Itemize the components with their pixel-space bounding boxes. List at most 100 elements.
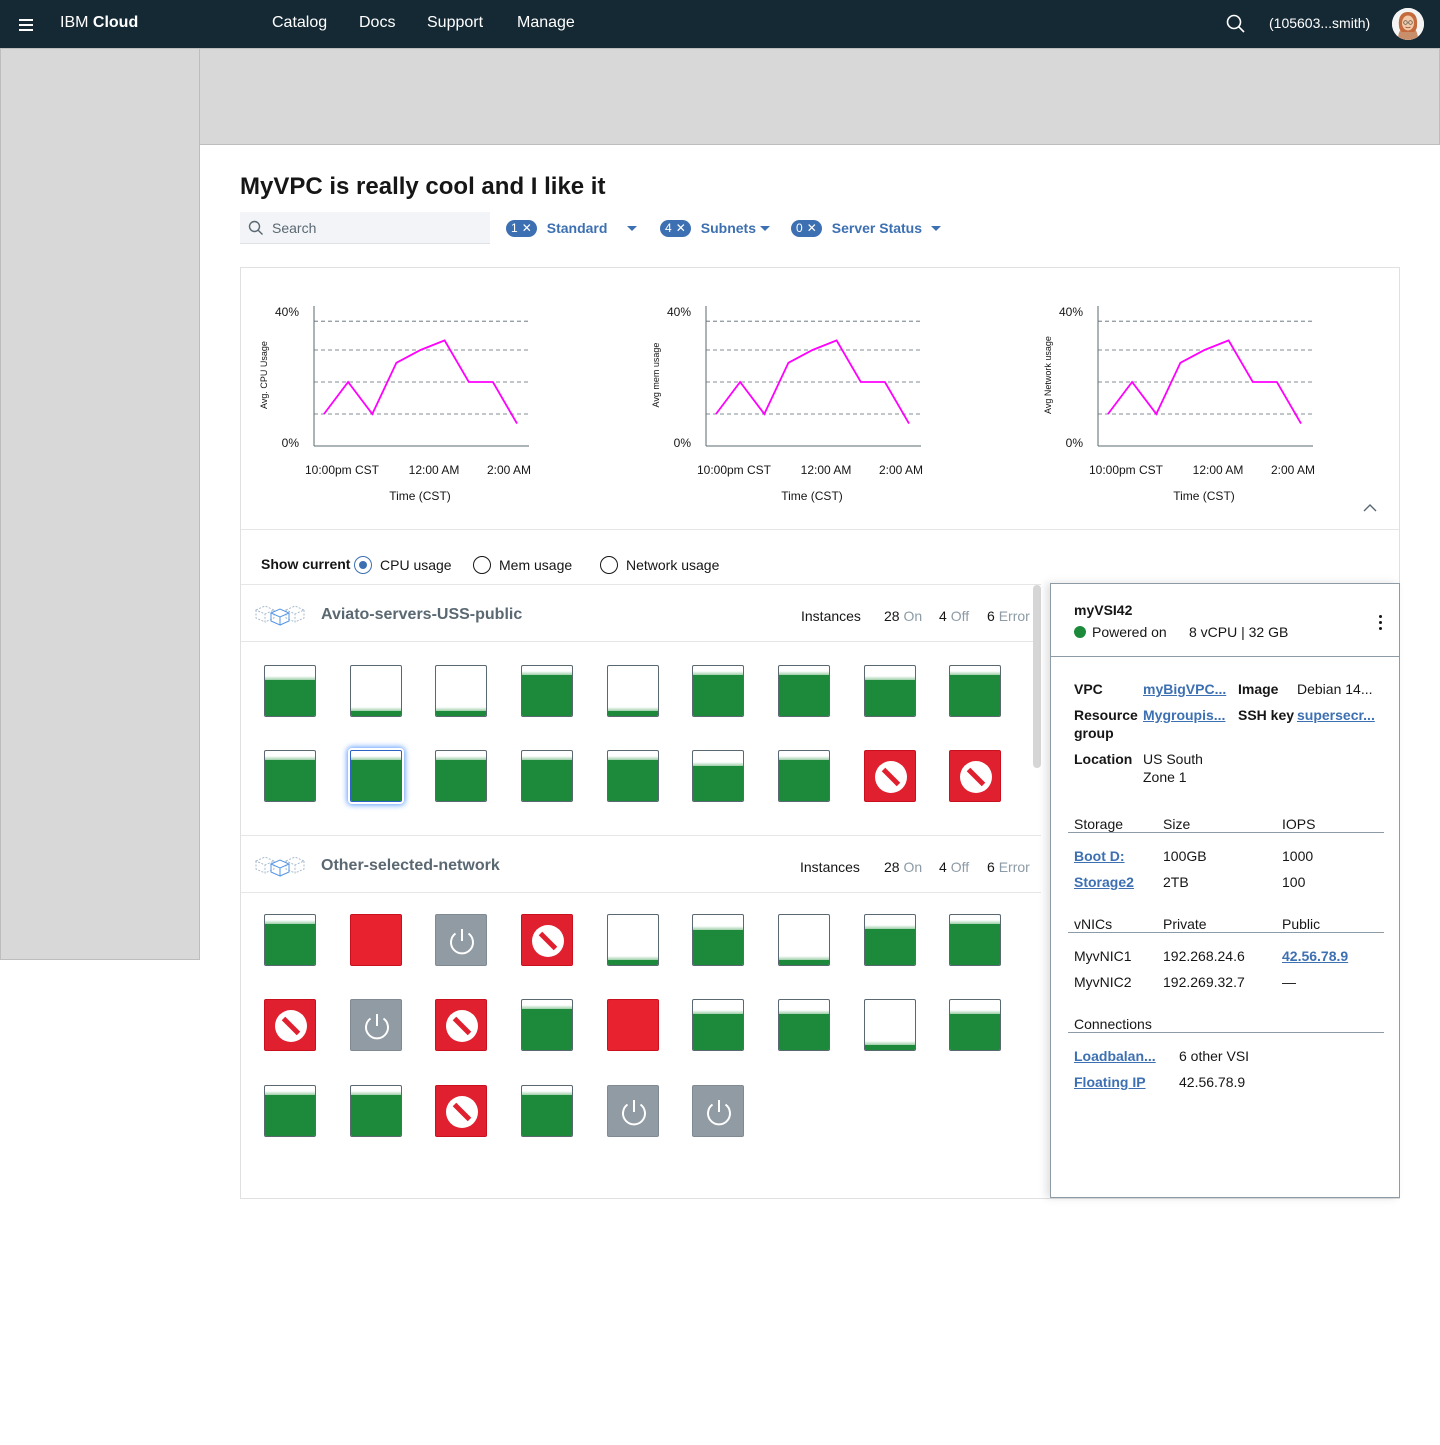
ssh-key-link[interactable]: supersecr... — [1297, 706, 1375, 724]
instance-tile-on[interactable] — [521, 750, 573, 802]
filter-count-badge[interactable]: 1 ✕ — [506, 219, 537, 237]
avatar[interactable] — [1392, 8, 1424, 40]
filter-count: 1 — [511, 221, 518, 235]
instance-tile-error[interactable] — [264, 999, 316, 1051]
chevron-up-icon[interactable] — [1360, 500, 1380, 516]
instance-tile-on[interactable] — [521, 665, 573, 717]
radio-network-usage[interactable]: Network usage — [600, 556, 719, 574]
clear-filter-icon[interactable]: ✕ — [807, 222, 817, 234]
filter-count-badge[interactable]: 0 ✕ — [791, 219, 822, 237]
vpc-link[interactable]: myBigVPC... — [1143, 680, 1226, 698]
storage-iops: 100 — [1282, 874, 1306, 890]
instance-tile-on[interactable] — [778, 665, 830, 717]
nav-manage[interactable]: Manage — [517, 14, 575, 32]
instance-tile-on[interactable] — [692, 914, 744, 966]
instance-tile-on[interactable] — [607, 750, 659, 802]
instance-tile-error[interactable] — [864, 750, 916, 802]
instance-tile-on[interactable] — [949, 665, 1001, 717]
radio-button[interactable] — [354, 556, 372, 574]
filter-standard[interactable]: 1 ✕ Standard — [506, 219, 638, 237]
brand-prefix: IBM — [60, 14, 89, 31]
account-name[interactable]: (105603...smith) — [1269, 15, 1370, 31]
overflow-menu-icon[interactable] — [1373, 612, 1389, 632]
instance-tile-on[interactable] — [778, 750, 830, 802]
status-text: Powered on — [1092, 624, 1167, 640]
nav-catalog[interactable]: Catalog — [272, 14, 327, 32]
usage-fill — [436, 756, 486, 801]
search-icon[interactable] — [1224, 12, 1248, 36]
clear-filter-icon[interactable]: ✕ — [522, 222, 532, 234]
usage-fill — [865, 925, 915, 965]
filter-subnets[interactable]: 4 ✕ Subnets — [660, 219, 770, 237]
instance-tile-on[interactable] — [521, 999, 573, 1051]
y-tick-label: 40% — [1059, 305, 1083, 319]
radio-cpu-usage[interactable]: CPU usage — [354, 556, 452, 574]
chevron-down-icon[interactable] — [627, 225, 638, 231]
instance-tile-error[interactable] — [435, 999, 487, 1051]
search-icon — [248, 220, 263, 235]
ssh-key-label: SSH key — [1238, 707, 1295, 723]
instance-tile-on[interactable] — [864, 999, 916, 1051]
storage-link[interactable]: Storage2 — [1074, 873, 1134, 891]
brand-logo[interactable]: IBM Cloud — [60, 14, 138, 32]
hamburger-menu-icon[interactable] — [10, 8, 42, 40]
instance-tile-on[interactable] — [521, 1085, 573, 1137]
instance-tile-alert[interactable] — [607, 999, 659, 1051]
group-header-other[interactable]: Other-selected-network Instances 28 On 4… — [241, 835, 1041, 893]
search-field[interactable] — [240, 212, 490, 244]
vnic-public-ip-link[interactable]: 42.56.78.9 — [1282, 947, 1348, 965]
instance-tile-on[interactable] — [435, 665, 487, 717]
instance-tile-on[interactable] — [350, 665, 402, 717]
instance-tile-on[interactable] — [607, 665, 659, 717]
instance-tile-alert[interactable] — [350, 914, 402, 966]
instance-tile-on[interactable] — [692, 750, 744, 802]
radio-mem-usage[interactable]: Mem usage — [473, 556, 572, 574]
filter-server-status[interactable]: 0 ✕ Server Status — [791, 219, 942, 237]
instance-tile-on[interactable] — [949, 999, 1001, 1051]
instance-tile-on[interactable] — [435, 750, 487, 802]
instance-tile-on[interactable] — [264, 914, 316, 966]
instance-tile-on[interactable] — [692, 665, 744, 717]
instance-tile-off[interactable] — [435, 914, 487, 966]
connection-link[interactable]: Loadbalan... — [1074, 1047, 1156, 1065]
instance-tile-off[interactable] — [350, 999, 402, 1051]
instance-tile-on[interactable] — [264, 1085, 316, 1137]
radio-button[interactable] — [600, 556, 618, 574]
usage-fill — [265, 920, 315, 965]
usage-fill — [693, 762, 743, 801]
chevron-down-icon[interactable] — [759, 225, 770, 231]
radio-button[interactable] — [473, 556, 491, 574]
storage-link[interactable]: Boot D: — [1074, 847, 1125, 865]
nav-support[interactable]: Support — [427, 14, 483, 32]
scrollbar[interactable] — [1033, 585, 1041, 768]
clear-filter-icon[interactable]: ✕ — [676, 222, 686, 234]
x-tick-label: 10:00pm CST — [1089, 463, 1164, 477]
instance-tile-on[interactable] — [864, 665, 916, 717]
connection-link[interactable]: Floating IP — [1074, 1073, 1146, 1091]
group-header-aviato[interactable]: Aviato-servers-USS-public Instances 28 O… — [241, 584, 1041, 642]
usage-fill — [436, 707, 486, 716]
instance-tile-on[interactable] — [350, 1085, 402, 1137]
instance-tile-on[interactable] — [264, 750, 316, 802]
filter-count-badge[interactable]: 4 ✕ — [660, 219, 691, 237]
instance-tile-on[interactable] — [778, 914, 830, 966]
instance-tile-error[interactable] — [949, 750, 1001, 802]
search-input[interactable] — [272, 212, 482, 244]
usage-fill — [522, 1091, 572, 1136]
chevron-down-icon[interactable] — [931, 225, 942, 231]
on-label: On — [903, 608, 923, 624]
instance-tile-on[interactable] — [692, 999, 744, 1051]
instance-tile-error[interactable] — [521, 914, 573, 966]
instance-tile-on[interactable] — [607, 914, 659, 966]
usage-fill — [608, 756, 658, 801]
instance-tile-on[interactable] — [264, 665, 316, 717]
instance-tile-error[interactable] — [435, 1085, 487, 1137]
instance-tile-on[interactable] — [949, 914, 1001, 966]
instance-tile-off[interactable] — [607, 1085, 659, 1137]
instance-tile-off[interactable] — [692, 1085, 744, 1137]
instance-tile-selected[interactable] — [350, 750, 402, 802]
nav-docs[interactable]: Docs — [359, 14, 395, 32]
instance-tile-on[interactable] — [864, 914, 916, 966]
instance-tile-on[interactable] — [778, 999, 830, 1051]
resource-group-link[interactable]: Mygroupis... — [1143, 706, 1225, 724]
